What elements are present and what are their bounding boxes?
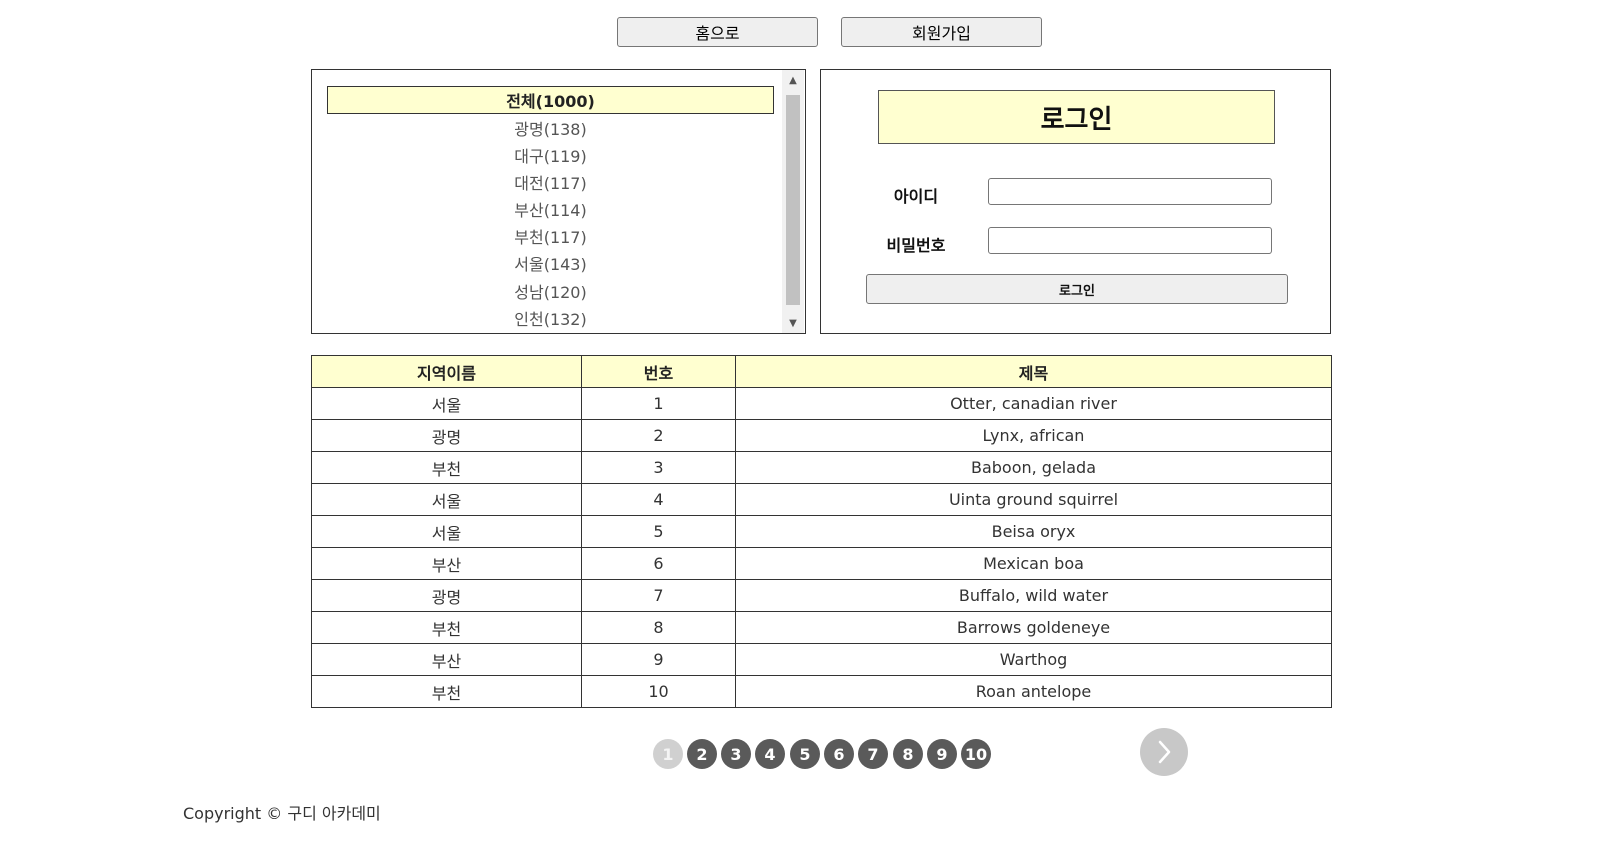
table-row[interactable]: 부산 6 Mexican boa — [311, 547, 1332, 580]
table-row[interactable]: 서울 1 Otter, canadian river — [311, 387, 1332, 420]
page-button[interactable]: 3 — [721, 739, 751, 769]
page-button[interactable]: 4 — [755, 739, 785, 769]
password-input[interactable] — [988, 227, 1272, 254]
page-button[interactable]: 7 — [858, 739, 888, 769]
cell-number: 6 — [581, 547, 736, 580]
column-header-title: 제목 — [735, 355, 1332, 388]
region-option[interactable]: 인천(132) — [327, 304, 774, 332]
cell-title[interactable]: Lynx, african — [735, 419, 1332, 452]
chevron-right-icon — [1158, 740, 1171, 764]
cell-number: 10 — [581, 675, 736, 708]
signup-button[interactable]: 회원가입 — [841, 17, 1042, 47]
table-header-row: 지역이름 번호 제목 — [311, 355, 1332, 388]
cell-region: 서울 — [311, 387, 582, 420]
scroll-up-arrow-icon[interactable]: ▲ — [782, 70, 804, 90]
cell-number: 2 — [581, 419, 736, 452]
cell-region: 부산 — [311, 547, 582, 580]
table-row[interactable]: 서울 5 Beisa oryx — [311, 515, 1332, 548]
cell-number: 4 — [581, 483, 736, 516]
table-row[interactable]: 부천 10 Roan antelope — [311, 675, 1332, 708]
cell-title[interactable]: Otter, canadian river — [735, 387, 1332, 420]
page-button[interactable]: 9 — [927, 739, 957, 769]
password-label: 비밀번호 — [886, 236, 946, 255]
region-option[interactable]: 서울(143) — [327, 249, 774, 277]
table-row[interactable]: 부천 3 Baboon, gelada — [311, 451, 1332, 484]
cell-title[interactable]: Mexican boa — [735, 547, 1332, 580]
login-title: 로그인 — [878, 90, 1275, 144]
cell-region: 부천 — [311, 611, 582, 644]
page-button[interactable]: 10 — [961, 739, 991, 769]
footer-copyright: Copyright © 구디 아카데미 — [183, 804, 381, 823]
id-input[interactable] — [988, 178, 1272, 205]
table-row[interactable]: 부산 9 Warthog — [311, 643, 1332, 676]
scroll-thumb[interactable] — [786, 95, 800, 305]
cell-region: 서울 — [311, 483, 582, 516]
next-page-button[interactable] — [1140, 728, 1188, 776]
column-header-number: 번호 — [581, 355, 736, 388]
region-option[interactable]: 부천(117) — [327, 222, 774, 250]
table-row[interactable]: 광명 2 Lynx, african — [311, 419, 1332, 452]
cell-number: 7 — [581, 579, 736, 612]
page-button[interactable]: 2 — [687, 739, 717, 769]
scroll-down-arrow-icon[interactable]: ▼ — [782, 313, 804, 333]
cell-title[interactable]: Uinta ground squirrel — [735, 483, 1332, 516]
page-button[interactable]: 6 — [824, 739, 854, 769]
cell-region: 부천 — [311, 451, 582, 484]
cell-number: 8 — [581, 611, 736, 644]
table-row[interactable]: 광명 7 Buffalo, wild water — [311, 579, 1332, 612]
page-button-current[interactable]: 1 — [653, 739, 683, 769]
page-button[interactable]: 8 — [893, 739, 923, 769]
table-row[interactable]: 부천 8 Barrows goldeneye — [311, 611, 1332, 644]
region-option-all[interactable]: 전체(1000) — [327, 86, 774, 114]
region-select-list[interactable]: 전체(1000) 광명(138) 대구(119) 대전(117) 부산(114)… — [311, 69, 806, 334]
region-option[interactable]: 대구(119) — [327, 141, 774, 169]
cell-region: 부천 — [311, 675, 582, 708]
cell-region: 서울 — [311, 515, 582, 548]
home-button[interactable]: 홈으로 — [617, 17, 818, 47]
region-option[interactable]: 광명(138) — [327, 114, 774, 142]
board-table: 지역이름 번호 제목 서울 1 Otter, canadian river 광명 2 L… — [311, 355, 1332, 708]
id-label: 아이디 — [893, 187, 939, 206]
login-panel: 로그인 아이디 비밀번호 로그인 — [820, 69, 1331, 334]
cell-title[interactable]: Warthog — [735, 643, 1332, 676]
region-option[interactable]: 대전(117) — [327, 168, 774, 196]
page-button[interactable]: 5 — [790, 739, 820, 769]
table-row[interactable]: 서울 4 Uinta ground squirrel — [311, 483, 1332, 516]
cell-number: 5 — [581, 515, 736, 548]
cell-region: 부산 — [311, 643, 582, 676]
column-header-region: 지역이름 — [311, 355, 582, 388]
cell-region: 광명 — [311, 579, 582, 612]
cell-title[interactable]: Buffalo, wild water — [735, 579, 1332, 612]
cell-title[interactable]: Beisa oryx — [735, 515, 1332, 548]
region-option[interactable]: 성남(120) — [327, 277, 774, 305]
list-scrollbar[interactable]: ▲ ▼ — [782, 70, 804, 333]
cell-title[interactable]: Roan antelope — [735, 675, 1332, 708]
cell-number: 3 — [581, 451, 736, 484]
cell-number: 9 — [581, 643, 736, 676]
cell-number: 1 — [581, 387, 736, 420]
cell-title[interactable]: Baboon, gelada — [735, 451, 1332, 484]
cell-region: 광명 — [311, 419, 582, 452]
region-option[interactable]: 부산(114) — [327, 195, 774, 223]
cell-title[interactable]: Barrows goldeneye — [735, 611, 1332, 644]
login-submit-button[interactable]: 로그인 — [866, 274, 1288, 304]
